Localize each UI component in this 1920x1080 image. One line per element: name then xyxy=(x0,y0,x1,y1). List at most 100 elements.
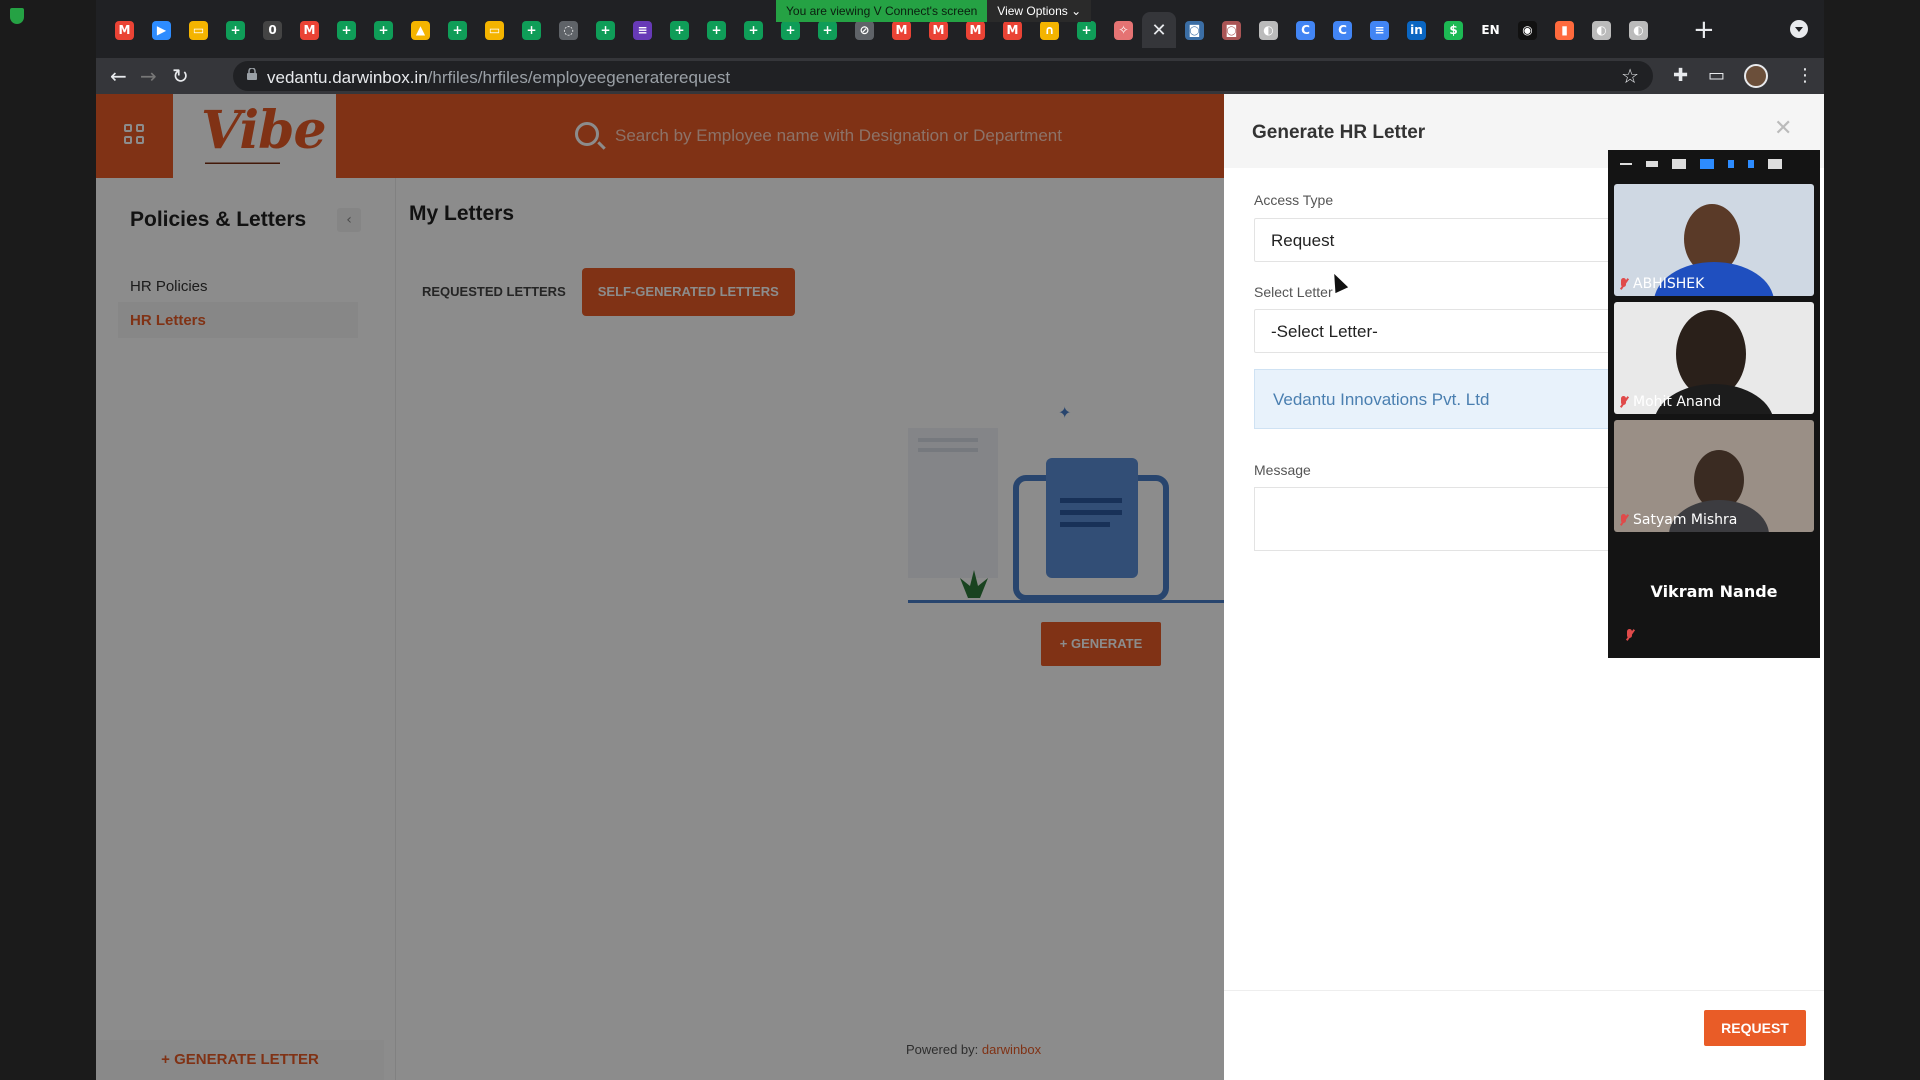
forward-icon[interactable]: → xyxy=(140,64,157,88)
browser-tab[interactable]: ◐ xyxy=(1583,12,1620,48)
slides-icon: ▭ xyxy=(189,20,208,40)
browser-tab[interactable]: C xyxy=(1287,12,1324,48)
bookmark-star-icon[interactable]: ☆ xyxy=(1621,64,1639,88)
back-icon[interactable]: ← xyxy=(110,64,127,88)
small-view-icon[interactable] xyxy=(1646,161,1658,167)
view-options-button[interactable]: View Options ⌄ xyxy=(987,0,1092,22)
participant-tile[interactable]: ABHISHEK xyxy=(1614,184,1814,296)
browser-tab[interactable]: ▭ xyxy=(476,12,513,48)
cast-icon[interactable]: ▭ xyxy=(1708,65,1725,86)
muted-mic-icon xyxy=(1618,395,1628,409)
web-icon: ◙ xyxy=(1222,20,1241,40)
video-layout-toolbar xyxy=(1608,150,1820,178)
browser-tab[interactable]: M xyxy=(291,12,328,48)
security-shield-icon xyxy=(10,8,24,24)
slides-icon: ▭ xyxy=(485,20,504,40)
participant-tile[interactable]: Satyam Mishra xyxy=(1614,420,1814,532)
close-tab-icon[interactable]: ✕ xyxy=(1151,20,1166,41)
browser-tab[interactable]: 0 xyxy=(254,12,291,48)
sheets-icon: + xyxy=(744,20,763,40)
url-text: vedantu.darwinbox.in/hrfiles/hrfiles/emp… xyxy=(267,68,730,88)
browser-tab[interactable]: + xyxy=(439,12,476,48)
exit-fullscreen-icon[interactable] xyxy=(1768,159,1782,169)
sheets-icon: + xyxy=(818,20,837,40)
active-browser-tab[interactable]: ✕ xyxy=(1142,12,1176,48)
web-icon: ◙ xyxy=(1185,20,1204,40)
browser-tab[interactable]: + xyxy=(328,12,365,48)
address-bar[interactable]: vedantu.darwinbox.in/hrfiles/hrfiles/emp… xyxy=(233,61,1653,91)
browser-tab[interactable]: $ xyxy=(1435,12,1472,48)
sheets-icon: + xyxy=(226,20,245,40)
browser-window: M ▶ ▭ +0 M + + ▲ + ▭ + ◌ + ≡ + + + + + ⊘ M M M M ∩ + ✧ ✕ ◙ ◙ ◐ C C ≡ in $ EN… xyxy=(96,0,1824,1080)
browser-tab[interactable]: C xyxy=(1324,12,1361,48)
browser-tab[interactable]: ◙ xyxy=(1213,12,1250,48)
url-path: /hrfiles/hrfiles/employeegeneraterequest xyxy=(427,68,731,87)
browser-tab[interactable]: ◐ xyxy=(1620,12,1657,48)
meet-icon: ▶ xyxy=(152,20,171,40)
participant-name: ABHISHEK xyxy=(1633,276,1705,292)
browser-tab[interactable]: + xyxy=(661,12,698,48)
muted-mic-icon xyxy=(1618,277,1628,291)
browser-tab[interactable]: + xyxy=(587,12,624,48)
sheets-icon: + xyxy=(522,20,541,40)
tab-search-icon[interactable] xyxy=(1790,20,1808,38)
browser-tab[interactable]: + xyxy=(698,12,735,48)
video-call-panel: ABHISHEK Mohit Anand Satyam Mishra Vikra… xyxy=(1608,150,1820,658)
browser-tab[interactable]: ≡ xyxy=(1361,12,1398,48)
browser-tab[interactable]: ▶ xyxy=(143,12,180,48)
browser-tab[interactable]: ≡ xyxy=(624,12,661,48)
gmail-icon: M xyxy=(300,20,319,40)
new-tab-icon[interactable]: + xyxy=(1693,15,1715,45)
web-icon: ⊘ xyxy=(855,20,874,40)
browser-tab[interactable]: in xyxy=(1398,12,1435,48)
url-host: vedantu.darwinbox.in xyxy=(267,68,428,87)
extensions-icon[interactable]: ✚ xyxy=(1673,65,1688,86)
participant-tile[interactable]: Vikram Nande xyxy=(1614,542,1814,652)
browser-toolbar: ← → ↻ vedantu.darwinbox.in/hrfiles/hrfil… xyxy=(96,58,1824,94)
browser-tab[interactable]: + xyxy=(513,12,550,48)
prev-page-icon[interactable] xyxy=(1728,160,1734,168)
close-icon[interactable]: ✕ xyxy=(1774,116,1792,141)
browser-tab[interactable]: EN xyxy=(1472,12,1509,48)
minimize-icon[interactable] xyxy=(1620,163,1632,165)
browser-menu-icon[interactable]: ⋮ xyxy=(1796,65,1814,86)
drive-icon: ▲ xyxy=(411,20,430,40)
large-view-icon[interactable] xyxy=(1672,159,1686,169)
browser-tab[interactable]: ▭ xyxy=(180,12,217,48)
browser-tab[interactable]: ◌ xyxy=(550,12,587,48)
screen-share-banner: You are viewing V Connect's screen View … xyxy=(776,0,1092,22)
browser-tab[interactable]: M xyxy=(106,12,143,48)
browser-tab[interactable]: ◉ xyxy=(1509,12,1546,48)
access-type-label: Access Type xyxy=(1254,192,1334,208)
request-button[interactable]: REQUEST xyxy=(1704,1010,1806,1046)
modal-backdrop[interactable] xyxy=(96,94,1224,1080)
grid-view-icon[interactable] xyxy=(1700,159,1714,169)
lang-icon: EN xyxy=(1481,20,1500,40)
linkedin-icon: in xyxy=(1407,20,1426,40)
profile-avatar[interactable] xyxy=(1744,64,1768,88)
reload-icon[interactable]: ↻ xyxy=(172,64,189,88)
gmail-icon: M xyxy=(929,20,948,40)
web-icon: ▮ xyxy=(1555,20,1574,40)
gmail-icon: M xyxy=(1003,20,1022,40)
participant-name: Mohit Anand xyxy=(1633,394,1722,410)
browser-tab[interactable]: + xyxy=(735,12,772,48)
sheets-icon: + xyxy=(448,20,467,40)
browser-tab[interactable]: + xyxy=(217,12,254,48)
browser-tab[interactable]: ◙ xyxy=(1176,12,1213,48)
browser-tab[interactable]: ◐ xyxy=(1250,12,1287,48)
select-letter-label: Select Letter xyxy=(1254,284,1333,300)
next-page-icon[interactable] xyxy=(1748,160,1754,168)
web-icon: ✧ xyxy=(1114,20,1133,40)
web-icon: ∩ xyxy=(1040,20,1059,40)
browser-tab[interactable]: ▮ xyxy=(1546,12,1583,48)
participant-tile[interactable]: Mohit Anand xyxy=(1614,302,1814,414)
browser-tab[interactable]: ✧ xyxy=(1105,12,1142,48)
web-icon: $ xyxy=(1444,20,1463,40)
browser-tab[interactable]: + xyxy=(365,12,402,48)
web-icon: ◐ xyxy=(1592,20,1611,40)
sheets-icon: + xyxy=(1077,20,1096,40)
participant-name: Satyam Mishra xyxy=(1633,512,1738,528)
browser-tab[interactable]: ▲ xyxy=(402,12,439,48)
sheets-icon: + xyxy=(707,20,726,40)
